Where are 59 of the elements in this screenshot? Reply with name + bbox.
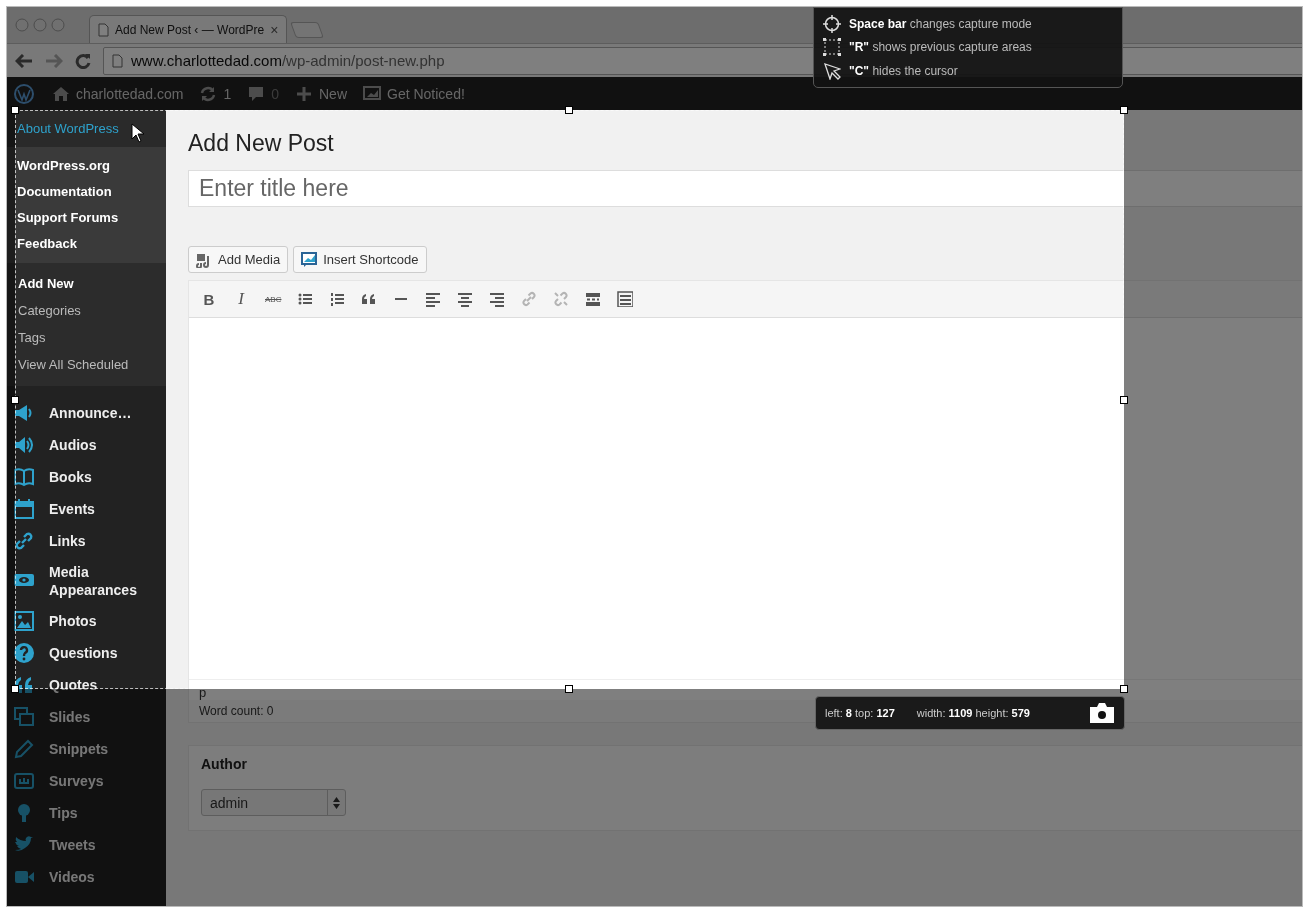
- selection-frame-icon: [823, 38, 841, 57]
- panel-heading: Author: [201, 756, 248, 772]
- word-count: Word count: 0: [199, 704, 274, 718]
- menu-item[interactable]: Surveys: [7, 765, 166, 797]
- menu-item[interactable]: Tips: [7, 797, 166, 829]
- flyout-item[interactable]: WordPress.org: [7, 153, 166, 179]
- photo-icon: [14, 611, 34, 631]
- chart-icon: [301, 251, 318, 268]
- element-path: p: [199, 685, 207, 700]
- format-button[interactable]: B: [201, 290, 217, 308]
- tip-text: "C" hides the cursor: [849, 64, 958, 79]
- numbered-list-icon[interactable]: [329, 291, 345, 307]
- align-left-icon[interactable]: [425, 291, 441, 307]
- capture-size: width: 1109 height: 579: [916, 707, 1030, 719]
- page-heading: Add New Post: [188, 130, 335, 157]
- tip-text: "R" shows previous capture areas: [849, 40, 1032, 55]
- format-button[interactable]: ABC: [265, 294, 281, 304]
- menu-item[interactable]: Snippets: [7, 733, 166, 765]
- menu-item[interactable]: Links: [7, 525, 166, 557]
- keyboard-icon[interactable]: [617, 291, 633, 307]
- read-more-icon[interactable]: [585, 291, 601, 307]
- camera-icon: [1088, 702, 1116, 724]
- submenu-item[interactable]: Add New: [7, 270, 166, 297]
- menu-item[interactable]: Questions: [7, 637, 166, 669]
- flyout-item[interactable]: Support Forums: [7, 205, 166, 231]
- submenu-item[interactable]: View All Scheduled: [7, 351, 166, 378]
- quote-icon[interactable]: [361, 291, 377, 307]
- submenu-item[interactable]: Tags: [7, 324, 166, 351]
- menu-item[interactable]: Tweets: [7, 829, 166, 861]
- menu-item[interactable]: Photos: [7, 605, 166, 637]
- flyout-item[interactable]: Documentation: [7, 179, 166, 205]
- capture-button[interactable]: [1087, 701, 1117, 725]
- menu-item[interactable]: Videos: [7, 861, 166, 893]
- align-right-icon[interactable]: [489, 291, 505, 307]
- menu-item[interactable]: Media Appearances: [7, 557, 166, 605]
- calendar-icon: [14, 499, 34, 519]
- cursor-icon: [823, 62, 841, 81]
- flyout-item[interactable]: Feedback: [7, 231, 166, 257]
- editor-button[interactable]: Add Media: [188, 246, 289, 273]
- menu-item[interactable]: Audios: [7, 429, 166, 461]
- menu-item[interactable]: Slides: [7, 701, 166, 733]
- menu-item[interactable]: Books: [7, 461, 166, 493]
- capture-position: left: 8 top: 127: [825, 707, 895, 719]
- speaker-icon: [14, 435, 34, 455]
- cursor-icon: [131, 123, 145, 143]
- tip-text: Space bar changes capture mode: [849, 16, 1032, 31]
- help-icon: [14, 643, 34, 663]
- url-text: www.charlottedad.com/wp-admin/post-new.php: [131, 52, 445, 69]
- megaphone-icon: [14, 403, 34, 423]
- align-center-icon[interactable]: [457, 291, 473, 307]
- editor-button[interactable]: Insert Shortcode: [293, 246, 427, 273]
- media-icon: [196, 251, 212, 268]
- crosshair-icon: [823, 14, 841, 33]
- book-icon: [14, 467, 34, 487]
- submenu-item[interactable]: Categories: [7, 297, 166, 324]
- menu-item[interactable]: Events: [7, 493, 166, 525]
- bullet-list-icon[interactable]: [297, 291, 313, 307]
- format-button[interactable]: I: [233, 289, 249, 309]
- link-icon: [14, 531, 34, 551]
